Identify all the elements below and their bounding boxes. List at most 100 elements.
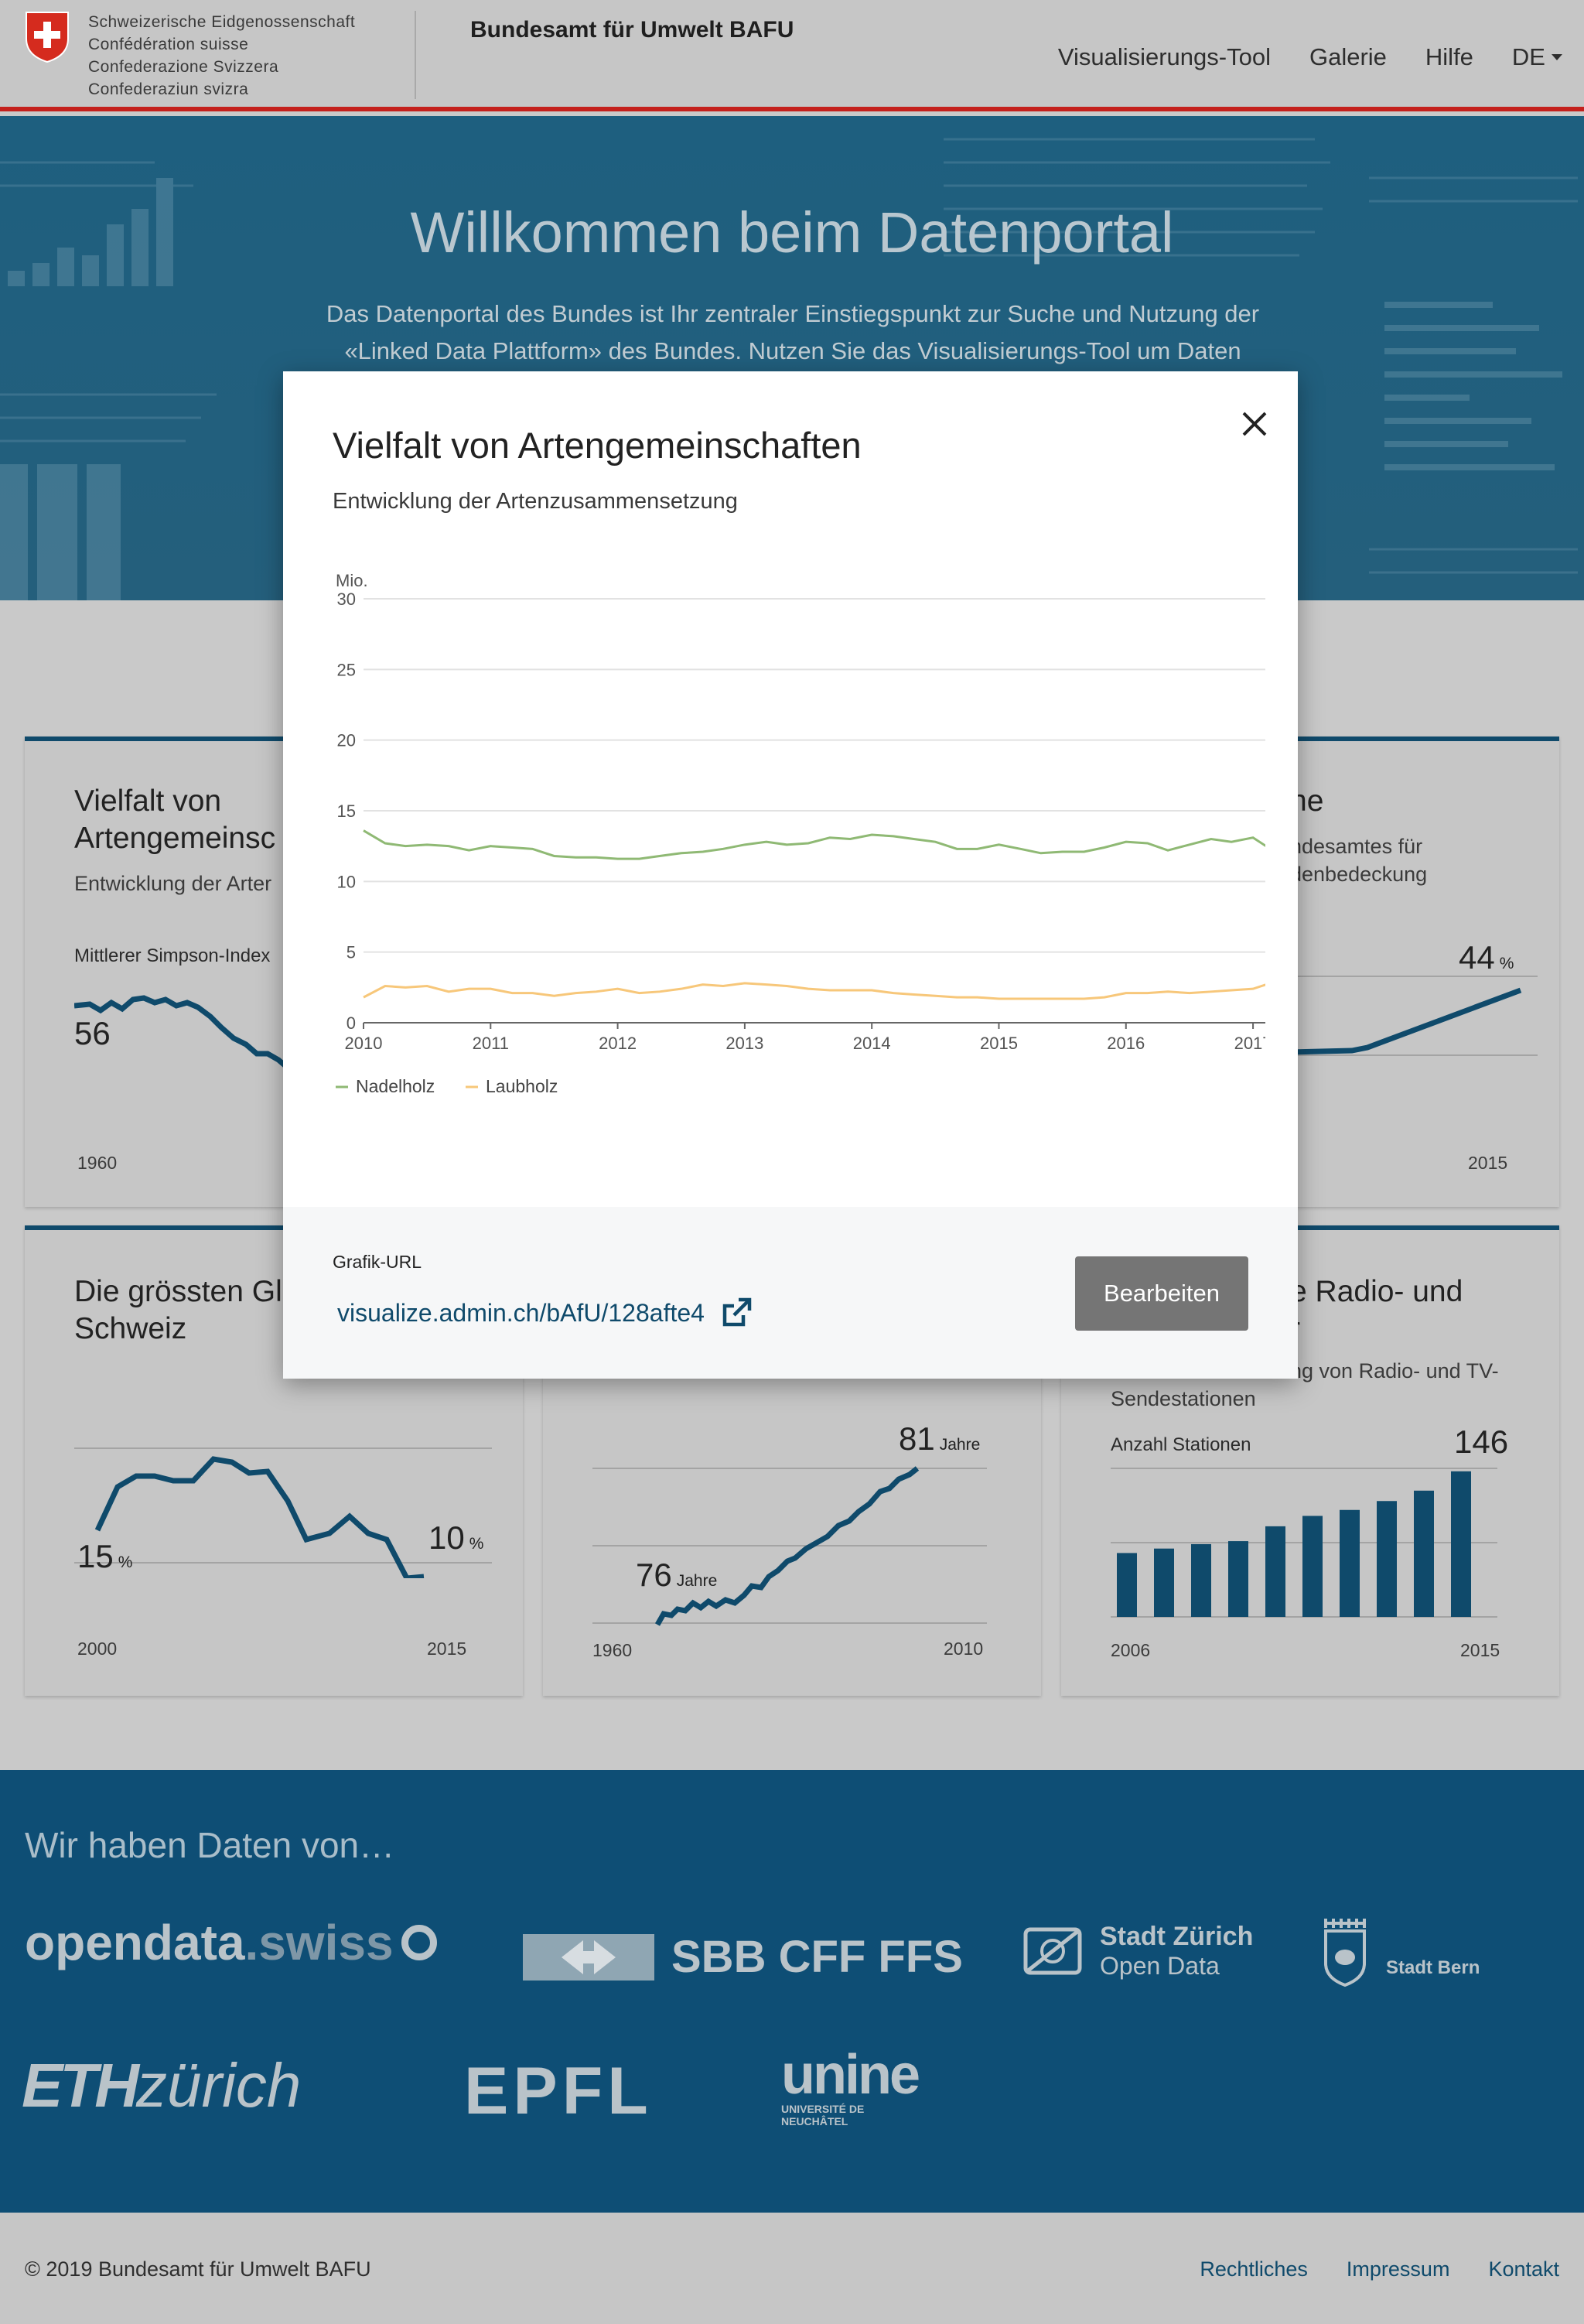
- series-line-laubholz: [363, 982, 1265, 1000]
- modal-title: Vielfalt von Artengemeinschaften: [333, 425, 862, 466]
- card-x-end: 2010: [944, 1639, 984, 1659]
- card-bar-chart: [1111, 1468, 1497, 1618]
- card-start-value: 15%: [77, 1538, 132, 1575]
- card-end-value: 81 Jahre: [899, 1420, 980, 1458]
- y-tick-label: 10: [337, 872, 356, 891]
- logo-eth-zurich[interactable]: ETHzürich: [22, 2050, 301, 2121]
- logo-eth-text: ETH: [22, 2051, 139, 2120]
- close-icon[interactable]: [1234, 404, 1275, 444]
- y-tick-label: 5: [346, 943, 356, 962]
- logo-unine[interactable]: unine UNIVERSITÉ DE NEUCHÂTEL: [781, 2044, 920, 2127]
- logo-opendata-swiss[interactable]: opendata .swiss: [25, 1914, 437, 1971]
- bar: [1302, 1516, 1323, 1617]
- card-x-start: 2006: [1111, 1640, 1151, 1660]
- card-end-value-unit: %: [469, 1535, 484, 1553]
- logo-stadt-bern[interactable]: Stadt Bern: [1323, 1916, 1480, 1987]
- card-start-value-unit: %: [118, 1553, 133, 1571]
- x-tick-label: 2015: [980, 1034, 1018, 1053]
- card-start-value-number: 76: [636, 1557, 672, 1593]
- nav-help[interactable]: Hilfe: [1425, 43, 1473, 71]
- x-tick-label: 2011: [473, 1034, 509, 1053]
- logo-epfl[interactable]: EPFL: [464, 2053, 653, 2130]
- modal-subtitle: Entwicklung der Artenzusammensetzung: [333, 489, 738, 514]
- card-subtitle: Entwicklung der Arter: [74, 872, 272, 895]
- language-label: DE: [1511, 43, 1545, 70]
- card-end-value-unit: %: [1499, 955, 1514, 972]
- x-tick-label: 2014: [853, 1034, 891, 1053]
- logo-bern-text: Stadt Bern: [1386, 1957, 1480, 1978]
- card-end-value-number: 44: [1459, 939, 1495, 976]
- line-chart: Mio. 0 5 10 15 20 25 30 2010 2011 2012 2013 2014 2015…: [336, 571, 1265, 1096]
- footer-link-legal[interactable]: Rechtliches: [1200, 2257, 1308, 2281]
- x-tick-label: 2013: [725, 1034, 763, 1053]
- language-selector[interactable]: DE: [1512, 43, 1562, 71]
- hero-title: Willkommen beim Datenportal: [410, 200, 1174, 265]
- data-partners-section: Wir haben Daten von… opendata .swiss SBB …: [0, 1770, 1584, 2213]
- external-link-icon: [722, 1297, 752, 1327]
- nav-visualize-tool[interactable]: Visualisierungs-Tool: [1058, 43, 1271, 71]
- card-subtitle-line: denbedeckung: [1290, 863, 1428, 886]
- logo-zurich-name: Stadt Zürich: [1100, 1922, 1254, 1951]
- bar: [1377, 1501, 1397, 1617]
- chart-url-link[interactable]: visualize.admin.ch/bAfU/128afte4: [337, 1297, 753, 1329]
- footer-link-contact[interactable]: Kontakt: [1488, 2257, 1559, 2281]
- card-sparkline: [74, 1447, 492, 1578]
- logo-sbb-text: SBB CFF FFS: [671, 1932, 963, 1982]
- series-line-nadelholz: [363, 829, 1265, 860]
- card-x-end: 2015: [1468, 1153, 1508, 1173]
- confed-line-it: Confederazione Svizzera: [88, 58, 279, 76]
- site-footer: © 2019 Bundesamt für Umwelt BAFU Rechtli…: [0, 2213, 1584, 2324]
- footer-links: Rechtliches Impressum Kontakt: [1200, 2257, 1559, 2281]
- card-end-value-number: 81: [899, 1420, 935, 1457]
- card-end-value: 10%: [428, 1519, 483, 1557]
- card-title-line: Artengemeinsc: [74, 822, 276, 855]
- office-name: Bundesamt für Umwelt BAFU: [470, 17, 794, 43]
- card-start-value-number: 15: [77, 1538, 114, 1574]
- logo-unine-sub: UNIVERSITÉ DE NEUCHÂTEL: [781, 2103, 865, 2127]
- bar: [1228, 1541, 1248, 1617]
- chart-url-text: visualize.admin.ch/bAfU/128afte4: [337, 1298, 705, 1327]
- y-tick-label: 20: [337, 731, 356, 750]
- card-x-start: 2000: [77, 1639, 118, 1659]
- sbb-arrows-icon: [523, 1933, 654, 1981]
- card-subtitle-line: Sendestationen: [1111, 1387, 1256, 1410]
- card-subtitle-line: ndesamtes für: [1290, 835, 1423, 858]
- card-x-end: 2015: [1460, 1640, 1500, 1660]
- nav-gallery[interactable]: Galerie: [1309, 43, 1387, 71]
- card-title: e Radio- und r: [1290, 1273, 1463, 1348]
- bar: [1451, 1471, 1471, 1617]
- card-sparkline: [1290, 976, 1538, 1056]
- legend-label: Nadelholz: [356, 1076, 435, 1096]
- x-tick-label: 2010: [345, 1034, 383, 1053]
- bar: [1191, 1543, 1211, 1617]
- x-tick-label: 2017: [1234, 1034, 1265, 1053]
- edit-button[interactable]: Bearbeiten: [1075, 1256, 1248, 1331]
- card-title-line: e Radio- und: [1290, 1275, 1463, 1308]
- card-title: Vielfalt von Artengemeinsc: [74, 783, 275, 857]
- footer-link-imprint[interactable]: Impressum: [1347, 2257, 1450, 2281]
- bar: [1414, 1490, 1434, 1617]
- logo-unine-text: unine: [781, 2044, 920, 2106]
- card-x-end: 2015: [427, 1639, 467, 1659]
- logo-eth-suffix: zürich: [136, 2051, 302, 2120]
- card-end-value-number: 10: [428, 1519, 465, 1556]
- y-tick-label: 30: [337, 590, 356, 609]
- sbb-arrows-graphic: [562, 1940, 616, 1974]
- card-title-line: Schweiz: [74, 1312, 187, 1345]
- card-title: Die grössten Gl Schweiz: [74, 1273, 282, 1348]
- card-subtitle: ndesamtes für denbedeckung: [1290, 832, 1427, 888]
- card-measure-label: Mittlerer Simpson-Index: [74, 945, 271, 966]
- logo-sbb[interactable]: SBB CFF FFS: [523, 1931, 963, 1983]
- logo-stadt-zurich[interactable]: Stadt Zürich Open Data: [1019, 1922, 1253, 1981]
- card-title-line: Die grössten Gl: [74, 1275, 282, 1308]
- y-axis-label: Mio.: [336, 571, 368, 590]
- card-title-line: r: [1290, 1311, 1463, 1348]
- bar: [1117, 1553, 1137, 1617]
- card-end-value: 44%: [1459, 939, 1514, 976]
- confed-line-fr: Confédération suisse: [88, 36, 249, 53]
- confederation-text: Schweizerische Eidgenossenschaft Confédé…: [88, 11, 355, 101]
- bar: [1340, 1509, 1360, 1617]
- bar: [1265, 1526, 1285, 1617]
- legend-label: Laubholz: [486, 1076, 558, 1096]
- zurich-crest-icon: [1023, 1927, 1082, 1975]
